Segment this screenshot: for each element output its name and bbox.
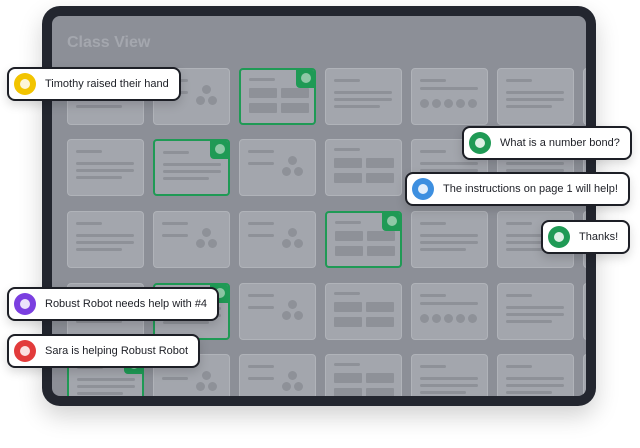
notification-question[interactable]: What is a number bond? (462, 126, 632, 160)
student-card[interactable] (67, 211, 144, 268)
student-card[interactable] (411, 211, 488, 268)
notification-thanks[interactable]: Thanks! (541, 220, 631, 254)
active-student-badge (296, 70, 314, 88)
student-card[interactable] (583, 354, 586, 396)
student-avatar-icon (548, 226, 570, 248)
student-card[interactable] (239, 139, 316, 196)
notification-teacher-reply[interactable]: The instructions on page 1 will help! (405, 172, 630, 206)
robot-avatar-icon (14, 293, 36, 315)
student-card[interactable] (325, 68, 402, 125)
notification-help-request[interactable]: Robust Robot needs help with #4 (7, 287, 220, 321)
page-title: Class View (67, 34, 151, 51)
notification-text: Robust Robot needs help with #4 (45, 298, 208, 310)
student-avatar-icon (215, 144, 225, 154)
notification-helping[interactable]: Sara is helping Robust Robot (7, 334, 201, 368)
student-card[interactable] (239, 68, 316, 125)
student-card[interactable] (411, 354, 488, 396)
student-card[interactable] (497, 68, 574, 125)
student-card[interactable] (153, 211, 230, 268)
notification-text: What is a number bond? (500, 137, 620, 149)
teacher-avatar-icon (412, 178, 434, 200)
student-card[interactable] (325, 354, 402, 396)
student-card[interactable] (583, 68, 586, 125)
notification-text: Sara is helping Robust Robot (45, 345, 189, 357)
notification-text: The instructions on page 1 will help! (443, 183, 618, 195)
notification-text: Timothy raised their hand (45, 78, 169, 90)
student-card[interactable] (411, 68, 488, 125)
student-avatar-icon (301, 73, 311, 83)
student-avatar-icon (14, 340, 36, 362)
notification-text: Thanks! (579, 231, 619, 243)
student-card[interactable] (325, 139, 402, 196)
student-card[interactable] (325, 211, 402, 268)
student-avatar-icon (469, 132, 491, 154)
student-card[interactable] (239, 283, 316, 340)
active-student-badge (382, 213, 400, 231)
student-card[interactable] (239, 211, 316, 268)
student-card[interactable] (411, 283, 488, 340)
student-card[interactable] (153, 139, 230, 196)
raised-hand-icon (14, 73, 36, 95)
student-card[interactable] (239, 354, 316, 396)
student-card[interactable] (497, 354, 574, 396)
student-card[interactable] (325, 283, 402, 340)
student-avatar-icon (387, 216, 397, 226)
notification-raised-hand[interactable]: Timothy raised their hand (7, 67, 181, 101)
student-card[interactable] (497, 283, 574, 340)
student-card[interactable] (583, 283, 586, 340)
student-card[interactable] (67, 139, 144, 196)
active-student-badge (210, 141, 228, 159)
